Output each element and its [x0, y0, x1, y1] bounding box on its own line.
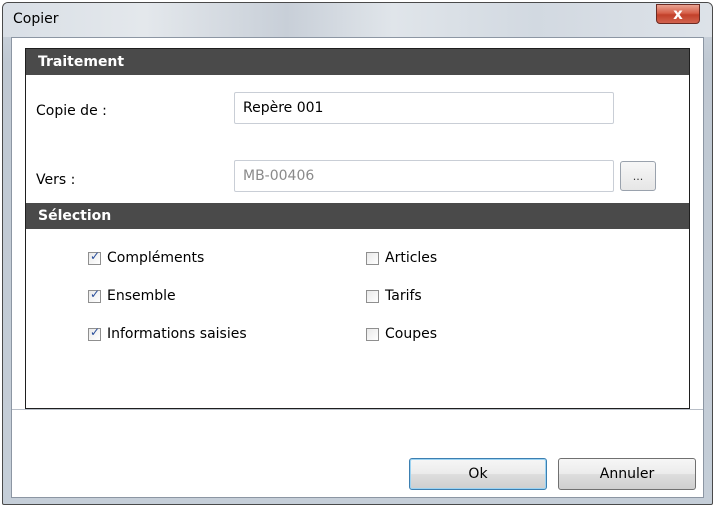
- section-header-selection: Sélection: [26, 203, 689, 229]
- option-label: Compléments: [107, 250, 205, 266]
- option-tarifs[interactable]: Tarifs: [366, 286, 422, 306]
- option-label: Informations saisies: [107, 326, 247, 342]
- option-label: Ensemble: [107, 288, 176, 304]
- vers-field[interactable]: MB-00406: [234, 160, 614, 192]
- option-articles[interactable]: Articles: [366, 248, 437, 268]
- title-bar[interactable]: Copier x: [3, 3, 712, 37]
- cancel-button[interactable]: Annuler: [558, 458, 696, 490]
- dialog-body: Traitement Copie de : Repère 001 Vers : …: [11, 37, 704, 498]
- vers-label: Vers :: [36, 172, 76, 188]
- browse-button[interactable]: ...: [620, 161, 656, 191]
- close-button[interactable]: x: [656, 4, 700, 24]
- footer-divider: [12, 409, 703, 410]
- option-informations-saisies[interactable]: Informations saisies: [88, 324, 247, 344]
- checkbox-ensemble[interactable]: [88, 287, 101, 303]
- close-icon: x: [673, 5, 683, 23]
- option-ensemble[interactable]: Ensemble: [88, 286, 176, 306]
- checkbox-articles[interactable]: [366, 251, 379, 265]
- ellipsis-icon: ...: [632, 169, 644, 183]
- option-label: Articles: [385, 250, 438, 266]
- options-panel: Traitement Copie de : Repère 001 Vers : …: [25, 48, 690, 409]
- copie-de-label: Copie de :: [36, 103, 107, 119]
- option-label: Coupes: [385, 326, 438, 342]
- option-complements[interactable]: Compléments: [88, 248, 204, 268]
- ok-button[interactable]: Ok: [409, 458, 547, 490]
- checkbox-informations-saisies[interactable]: [88, 325, 101, 341]
- dialog-title: Copier: [13, 11, 59, 27]
- option-label: Tarifs: [385, 288, 422, 304]
- section-header-traitement: Traitement: [26, 49, 689, 75]
- copie-de-field[interactable]: Repère 001: [234, 92, 614, 124]
- option-coupes[interactable]: Coupes: [366, 324, 437, 344]
- checkbox-complements[interactable]: [88, 249, 101, 265]
- checkbox-coupes[interactable]: [366, 327, 379, 341]
- checkbox-tarifs[interactable]: [366, 289, 379, 303]
- copier-dialog: Copier x Traitement Copie de : Repère 00…: [2, 2, 713, 505]
